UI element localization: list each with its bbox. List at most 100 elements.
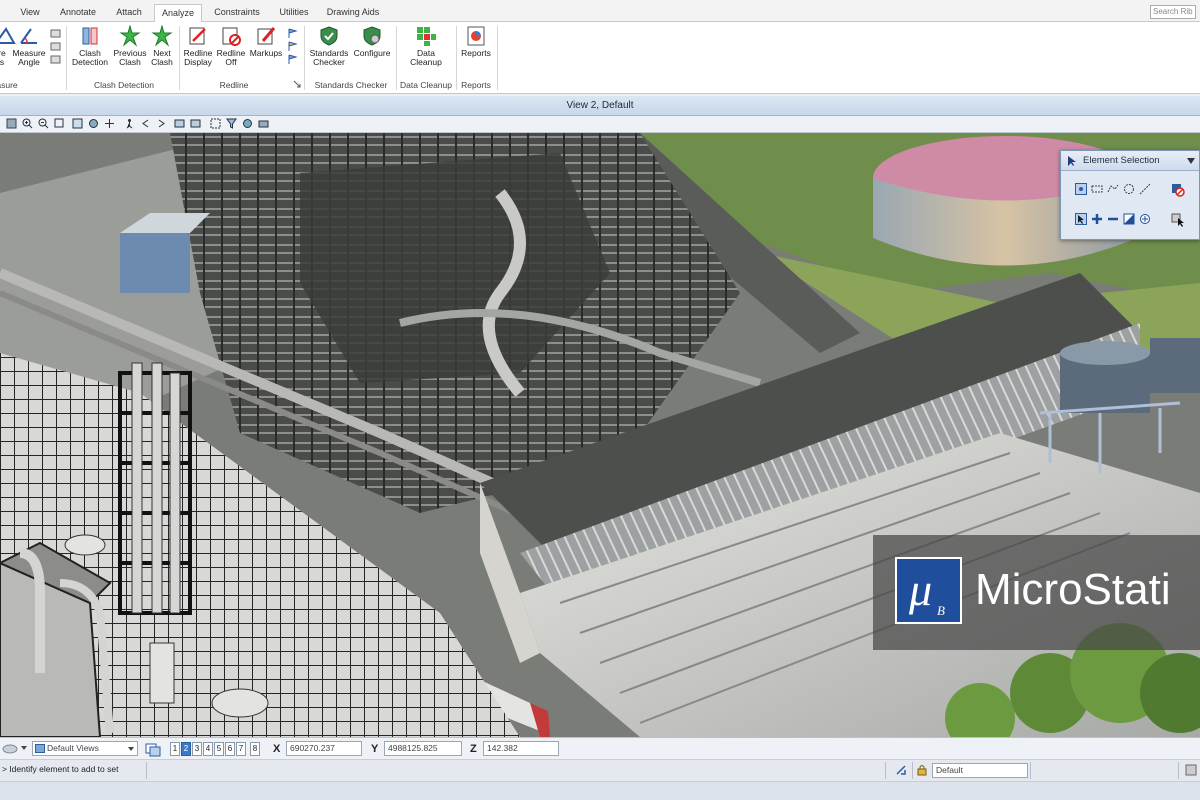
- chevron-down-icon[interactable]: [21, 746, 27, 750]
- next-clash-button[interactable]: Next Clash: [148, 25, 176, 67]
- zoom-out-icon[interactable]: [38, 118, 49, 129]
- view-display-icon[interactable]: [190, 118, 201, 129]
- new-mode-icon[interactable]: [1075, 213, 1087, 225]
- shape-select-icon[interactable]: [1107, 183, 1119, 195]
- select-all-icon[interactable]: [1139, 213, 1151, 225]
- configure-button[interactable]: Configure: [351, 25, 393, 58]
- dialog-menu-icon[interactable]: [1187, 158, 1195, 164]
- clear-selection-icon[interactable]: [1171, 183, 1185, 197]
- y-coordinate-label: Y: [371, 743, 379, 755]
- view-6-toggle[interactable]: 6: [225, 742, 235, 756]
- cloud-icon[interactable]: [2, 742, 18, 754]
- redline-off-button[interactable]: Redline Off: [215, 25, 247, 67]
- tab-constraints[interactable]: Constraints: [208, 4, 266, 22]
- dialog-launcher-icon[interactable]: [293, 80, 301, 88]
- view-groups-icon[interactable]: [145, 741, 161, 757]
- block-select-icon[interactable]: [1091, 183, 1103, 195]
- previous-clash-button[interactable]: Previous Clash: [112, 25, 148, 67]
- microstation-watermark: μ B MicroStati: [873, 535, 1200, 650]
- window-area-icon[interactable]: [54, 118, 65, 129]
- chevron-down-icon: [128, 747, 134, 751]
- y-coordinate-field[interactable]: 4988125.825: [384, 741, 462, 756]
- flag-icon[interactable]: [287, 41, 298, 52]
- selection-cursor-icon[interactable]: [1171, 213, 1185, 227]
- tab-attach[interactable]: Attach: [110, 4, 148, 22]
- element-selection-dialog[interactable]: Element Selection: [1060, 150, 1200, 240]
- tab-utilities[interactable]: Utilities: [274, 4, 314, 22]
- flag-icon[interactable]: [287, 28, 298, 39]
- flag-icon[interactable]: [287, 54, 298, 65]
- status-indicator-icon[interactable]: [1185, 764, 1197, 776]
- ribbon-tab-bar: View Annotate Attach Analyze Constraints…: [0, 0, 1200, 23]
- add-mode-icon[interactable]: [1091, 213, 1103, 225]
- view-attributes-icon[interactable]: [6, 118, 17, 129]
- view-4-toggle[interactable]: 4: [203, 742, 213, 756]
- data-cleanup-button[interactable]: Data Cleanup: [402, 25, 450, 67]
- microstation-logo-icon: μ B: [908, 564, 945, 618]
- group-label-redline: Redline: [219, 80, 249, 90]
- status-divider: [1178, 762, 1179, 779]
- status-divider: [1030, 762, 1031, 779]
- small-tool-icon[interactable]: [50, 28, 61, 39]
- clash-detection-button[interactable]: Clash Detection: [70, 25, 110, 67]
- active-level-field[interactable]: Default: [932, 763, 1028, 778]
- previous-clash-icon: [119, 25, 141, 47]
- view-5-toggle[interactable]: 5: [214, 742, 224, 756]
- small-tool-icon[interactable]: [50, 41, 61, 52]
- saved-views-dropdown[interactable]: Default Views: [32, 741, 138, 756]
- individual-select-icon[interactable]: [1075, 183, 1087, 195]
- next-view-icon[interactable]: [156, 118, 167, 129]
- measure-partial-button[interactable]: res: [0, 25, 16, 67]
- snap-icon[interactable]: [895, 764, 907, 776]
- microstation-logo: μ B: [895, 557, 962, 624]
- reports-button[interactable]: Reports: [458, 25, 494, 58]
- view-2-toggle[interactable]: 2: [181, 742, 191, 756]
- standards-checker-button[interactable]: Standards Checker: [307, 25, 351, 67]
- invert-mode-icon[interactable]: [1123, 213, 1135, 225]
- tab-drawing-aids[interactable]: Drawing Aids: [324, 4, 382, 22]
- markups-button[interactable]: Markups: [248, 25, 284, 58]
- angle-icon: [20, 28, 37, 44]
- fit-view-icon[interactable]: [72, 118, 83, 129]
- pan-view-icon[interactable]: [104, 118, 115, 129]
- view-2-viewport[interactable]: Element Selection μ B MicroStati: [0, 133, 1200, 737]
- element-selection-header[interactable]: Element Selection: [1061, 151, 1199, 171]
- group-separator: [66, 26, 67, 90]
- lock-icon[interactable]: [917, 764, 927, 776]
- line-select-icon[interactable]: [1139, 183, 1151, 195]
- saved-view-icon: [35, 744, 45, 753]
- view-title-bar[interactable]: View 2, Default: [0, 96, 1200, 116]
- view-1-toggle[interactable]: 1: [170, 742, 180, 756]
- redline-display-button[interactable]: Redline Display: [182, 25, 214, 67]
- measure-angle-button[interactable]: Measure Angle: [12, 25, 46, 67]
- circle-select-icon[interactable]: [1123, 183, 1135, 195]
- x-coordinate-field[interactable]: 690270.237: [286, 741, 362, 756]
- zoom-in-icon[interactable]: [22, 118, 33, 129]
- view-7-toggle[interactable]: 7: [236, 742, 246, 756]
- status-divider: [885, 762, 886, 779]
- standards-checker-icon: [320, 26, 338, 46]
- group-label-reports: Reports: [461, 80, 491, 90]
- element-selection-icon: [1068, 156, 1076, 166]
- view-3-toggle[interactable]: 3: [192, 742, 202, 756]
- subtract-mode-icon[interactable]: [1107, 213, 1119, 225]
- render-icon[interactable]: [242, 118, 253, 129]
- z-coordinate-field[interactable]: 142.382: [483, 741, 559, 756]
- small-tool-icon[interactable]: [50, 54, 61, 65]
- walk-icon[interactable]: [124, 118, 135, 129]
- clip-volume-icon[interactable]: [210, 118, 221, 129]
- view-filter-icon[interactable]: [226, 118, 237, 129]
- view-display-icon[interactable]: [174, 118, 185, 129]
- tab-analyze[interactable]: Analyze: [154, 4, 202, 23]
- camera-icon[interactable]: [258, 118, 269, 129]
- message-status-bar: > Identify element to add to set Default: [0, 759, 1200, 781]
- ribbon-search-input[interactable]: Search Rib: [1150, 5, 1196, 19]
- tab-view[interactable]: View: [16, 4, 44, 22]
- view-8-toggle[interactable]: 8: [250, 742, 260, 756]
- ribbon-panel: res MeasureAngle asure ClashDetection Pr…: [0, 22, 1200, 94]
- previous-view-icon[interactable]: [140, 118, 151, 129]
- rotate-view-icon[interactable]: [88, 118, 99, 129]
- tab-annotate[interactable]: Annotate: [56, 4, 100, 22]
- redline-off-icon: [222, 27, 241, 46]
- z-coordinate-label: Z: [470, 743, 477, 755]
